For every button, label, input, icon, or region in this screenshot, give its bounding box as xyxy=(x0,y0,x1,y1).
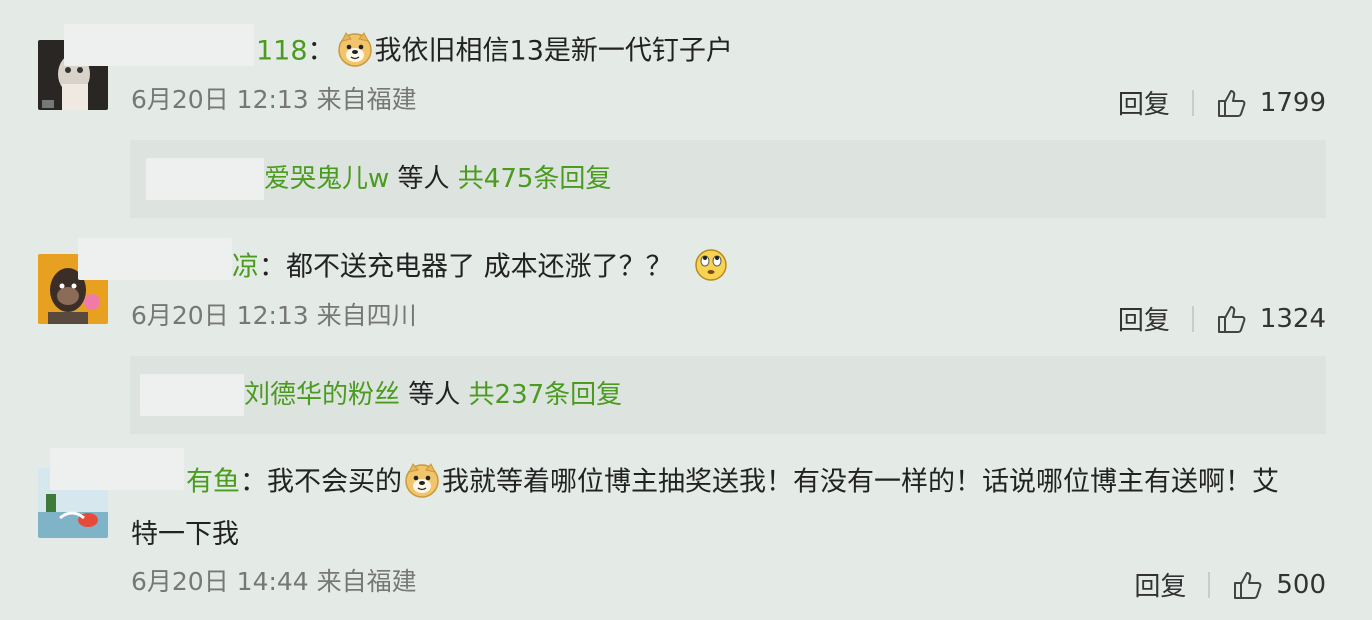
comment-line: 118： 我依旧相信13是新一代钉子户 xyxy=(256,32,733,70)
blurred-username xyxy=(78,238,232,280)
reply-user[interactable]: 爱哭鬼儿w xyxy=(264,164,389,194)
eye-roll-emoji-icon xyxy=(695,249,727,281)
username[interactable]: 凉 xyxy=(232,252,259,283)
comment-actions: 回复 1324 xyxy=(1118,300,1326,337)
divider xyxy=(1191,305,1194,332)
thumbs-up-icon[interactable] xyxy=(1216,303,1248,335)
comment-actions: 回复 500 xyxy=(1134,566,1326,603)
colon: ： xyxy=(240,466,267,498)
blurred-username xyxy=(50,448,184,490)
like-count: 500 xyxy=(1276,569,1326,600)
comment-line: 有鱼：我不会买的 我就等着哪位博主抽奖送我！有没有一样的！话说哪位博主有送啊！艾 xyxy=(186,463,1279,501)
reply-user[interactable]: 刘德华的粉丝 xyxy=(244,380,400,410)
reply-count-link[interactable]: 共475条回复 xyxy=(458,164,612,194)
divider xyxy=(1208,571,1211,598)
comment-text-continued: 特一下我 xyxy=(131,519,239,550)
reply-middle: 等人 xyxy=(389,164,458,194)
reply-button[interactable]: 回复 xyxy=(1118,84,1170,121)
username[interactable]: 118 xyxy=(256,36,308,67)
doge-emoji-icon xyxy=(337,32,372,67)
comment-text: 我依旧相信13是新一代钉子户 xyxy=(374,35,733,67)
like-count: 1324 xyxy=(1259,303,1326,334)
thumbs-up-icon[interactable] xyxy=(1216,87,1248,119)
comment-line: 凉：都不送充电器了 成本还涨了？？ xyxy=(232,249,731,286)
reply-button[interactable]: 回复 xyxy=(1134,566,1186,603)
reply-summary-text: 刘德华的粉丝 等人 共237条回复 xyxy=(244,378,622,412)
doge-emoji-icon xyxy=(405,463,439,498)
comment-text: 我就等着哪位博主抽奖送我！有没有一样的！话说哪位博主有送啊！艾 xyxy=(442,466,1279,498)
thumbs-up-icon[interactable] xyxy=(1232,569,1264,601)
reply-middle: 等人 xyxy=(400,380,469,410)
blurred-username xyxy=(64,24,254,66)
comment-meta: 6月20日 12:13 来自福建 xyxy=(131,85,417,114)
comment-text: 都不送充电器了 成本还涨了？？ xyxy=(286,251,673,283)
reply-summary-box[interactable]: 刘德华的粉丝 等人 共237条回复 xyxy=(130,356,1326,434)
blurred-username xyxy=(140,374,244,416)
comment-meta: 6月20日 12:13 来自四川 xyxy=(131,301,417,330)
reply-summary-text: 爱哭鬼儿w 等人 共475条回复 xyxy=(264,162,611,196)
reply-button[interactable]: 回复 xyxy=(1118,300,1170,337)
colon: ： xyxy=(307,35,335,67)
username[interactable]: 有鱼 xyxy=(186,467,240,498)
blurred-username xyxy=(146,158,264,200)
like-count: 1799 xyxy=(1259,87,1326,118)
comment-actions: 回复 1799 xyxy=(1118,84,1326,121)
comment-text-start: 我不会买的 xyxy=(267,466,402,498)
colon: ： xyxy=(259,251,286,283)
reply-count-link[interactable]: 共237条回复 xyxy=(469,380,623,410)
reply-summary-box[interactable]: 爱哭鬼儿w 等人 共475条回复 xyxy=(130,140,1326,218)
divider xyxy=(1191,89,1194,116)
comment-meta: 6月20日 14:44 来自福建 xyxy=(131,567,417,596)
